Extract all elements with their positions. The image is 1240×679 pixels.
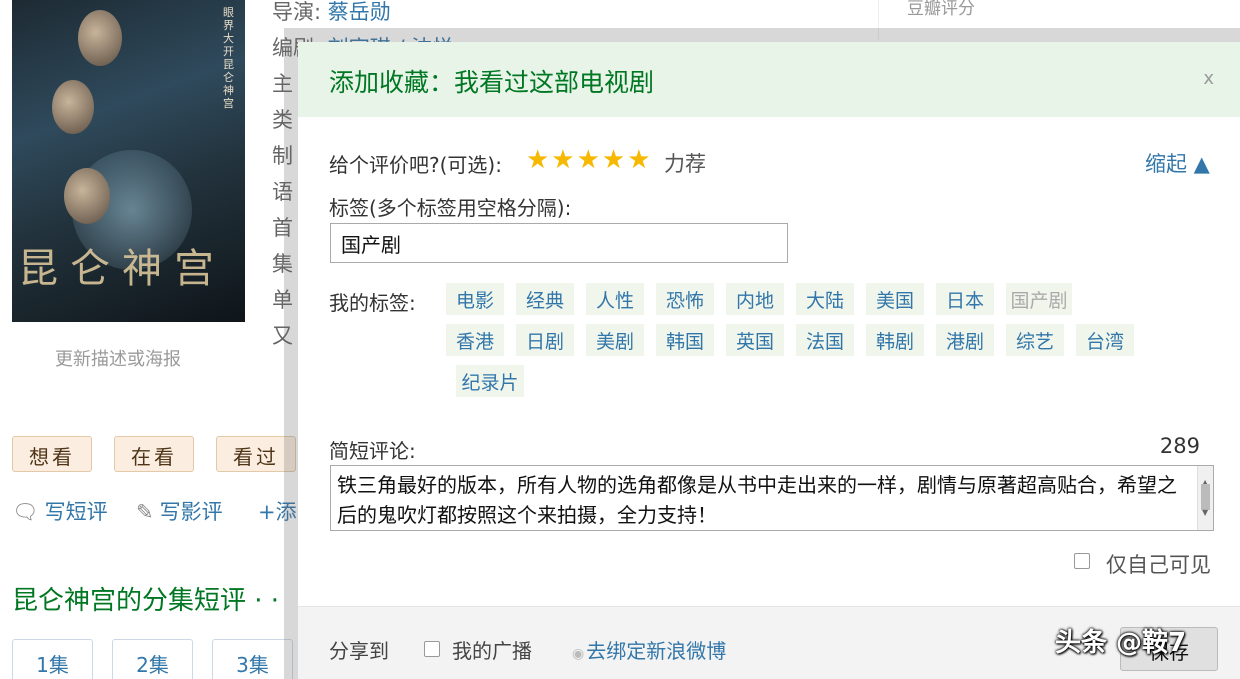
tags-label: 标签(多个标签用空格分隔): [329,196,572,220]
tag-item[interactable]: 美剧 [586,324,644,356]
tag-item-selected[interactable]: 国产剧 [1006,283,1072,315]
rating-label: 给个评价吧?(可选): [329,153,502,177]
comment-text: 铁三角最好的版本，所有人物的选角都像是从书中走出来的一样，剧情与原著超高贴合，希… [337,473,1177,527]
episode-button[interactable]: 3集 [212,639,293,679]
episode-button[interactable]: 1集 [12,639,93,679]
comment-scrollbar[interactable]: ▲ ▼ [1197,466,1213,530]
rating-word: 力荐 [664,152,706,176]
poster-figure [52,80,94,134]
tag-item[interactable]: 大陆 [796,283,854,315]
tag-item[interactable]: 港剧 [936,324,994,356]
tag-item[interactable]: 纪录片 [456,365,524,397]
want-to-watch-button[interactable]: 想看 [12,436,92,472]
tag-item[interactable]: 韩国 [656,324,714,356]
tag-item[interactable]: 综艺 [1006,324,1064,356]
broadcast-checkbox[interactable] [424,641,440,657]
tag-item[interactable]: 日本 [936,283,994,315]
poster-title-art: 昆仑神宫 [18,246,226,292]
tag-item[interactable]: 日剧 [516,324,574,356]
tag-item[interactable]: 法国 [796,324,854,356]
private-label: 仅自己可见 [1106,553,1211,577]
write-review-link[interactable]: ✎ 写影评 [136,496,223,526]
add-collection-dialog: 添加收藏：我看过这部电视剧 x 给个评价吧?(可选): ★★★★★ 力荐 缩起 … [298,42,1240,679]
tag-item[interactable]: 英国 [726,324,784,356]
bind-weibo-link[interactable]: ◉ 去绑定新浪微博 [572,635,726,664]
update-poster-link[interactable]: 更新描述或海报 [55,345,181,371]
broadcast-label: 我的广播 [452,639,532,663]
write-short-review-link[interactable]: 🗨 写短评 [12,496,108,526]
dialog-title: 添加收藏：我看过这部电视剧 [329,68,655,97]
watching-button[interactable]: 在看 [114,436,194,472]
poster-figure [78,10,122,66]
rating-stars[interactable]: ★★★★★ [526,145,653,175]
tag-item[interactable]: 韩剧 [866,324,924,356]
poster-image[interactable]: 眼界大开 昆仑神宫 昆仑神宫 [12,0,245,322]
share-label: 分享到 [329,639,389,663]
poster-figure [64,168,110,224]
tag-item[interactable]: 美国 [866,283,924,315]
episodes-section-title: 昆仑神宫的分集短评 · · [12,586,280,616]
tag-item[interactable]: 恐怖 [656,283,714,315]
private-checkbox[interactable] [1074,553,1090,569]
info-director: 导演: 蔡岳勋 [272,0,391,24]
pencil-icon: ✎ [136,500,154,524]
comment-char-count: 289 [1159,434,1200,458]
tag-item[interactable]: 香港 [446,324,504,356]
weibo-icon: ◉ [572,646,585,662]
tag-item[interactable]: 台湾 [1076,324,1134,356]
episode-button[interactable]: 2集 [112,639,193,679]
watermark: 头条 @鞍7 [1055,628,1187,658]
director-link[interactable]: 蔡岳勋 [328,0,391,24]
tags-input[interactable] [330,223,788,263]
tag-item[interactable]: 电影 [446,283,504,315]
scroll-down-icon[interactable]: ▼ [1202,498,1208,528]
tag-item[interactable]: 经典 [516,283,574,315]
tag-item[interactable]: 人性 [586,283,644,315]
comment-icon: 🗨 [12,500,39,524]
comment-label: 简短评论: [329,439,416,463]
collapse-toggle[interactable]: 缩起 ▲ [1145,148,1210,178]
dialog-header: 添加收藏：我看过这部电视剧 x [298,42,1240,117]
douban-rating-label: 豆瓣评分 [907,0,975,19]
close-icon[interactable]: x [1203,68,1214,89]
my-tags-label: 我的标签: [329,291,416,315]
poster-vertical-text: 眼界大开 昆仑神宫 [223,6,234,110]
tag-item[interactable]: 内地 [726,283,784,315]
comment-textarea[interactable]: 铁三角最好的版本，所有人物的选角都像是从书中走出来的一样，剧情与原著超高贴合，希… [330,465,1214,531]
